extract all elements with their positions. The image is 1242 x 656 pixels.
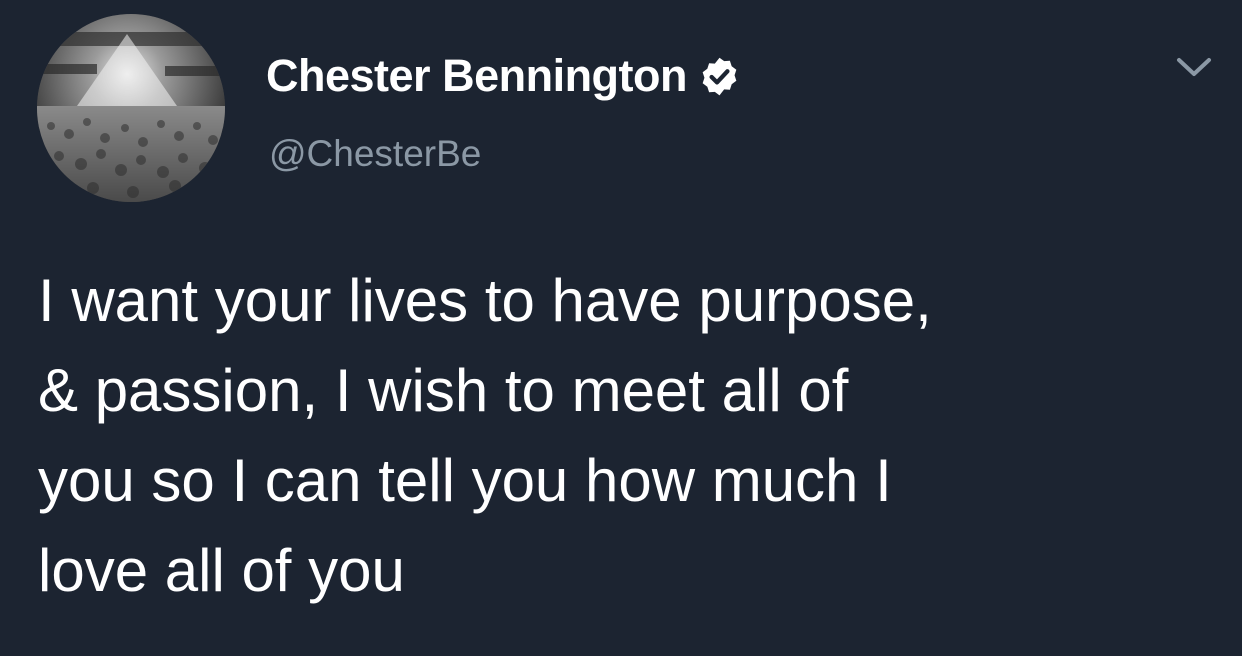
tweet-text-line: you so I can tell you how much I	[38, 447, 892, 514]
verified-badge-icon	[698, 55, 741, 98]
display-name-row: Chester Bennington	[266, 44, 741, 108]
tweet-card: Chester Bennington @ChesterBe I want you…	[0, 0, 1242, 656]
tweet-text: I want your lives to have purpose, & pas…	[38, 256, 1218, 616]
tweet-text-line: love all of you	[38, 537, 405, 604]
display-name[interactable]: Chester Bennington	[266, 44, 688, 108]
user-handle[interactable]: @ChesterBe	[269, 128, 481, 180]
chevron-down-icon[interactable]	[1174, 54, 1214, 80]
avatar[interactable]	[37, 14, 225, 202]
tweet-text-line: & passion, I wish to meet all of	[38, 357, 849, 424]
tweet-text-line: I want your lives to have purpose,	[38, 267, 932, 334]
avatar-photo	[37, 14, 225, 202]
